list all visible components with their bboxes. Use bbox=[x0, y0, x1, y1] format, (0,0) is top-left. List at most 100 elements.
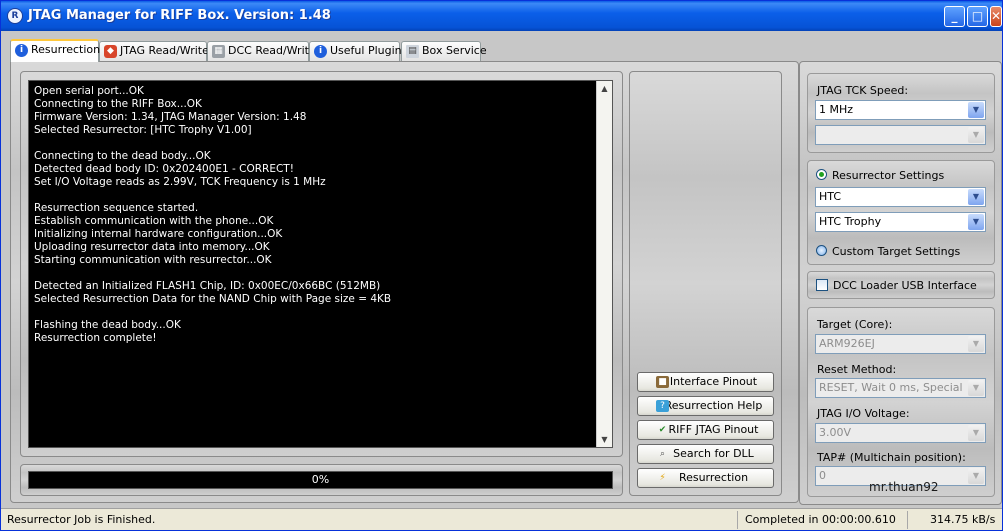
reset-method-label: Reset Method: bbox=[817, 363, 897, 376]
model-select[interactable]: HTC Trophy ▼ bbox=[815, 212, 986, 232]
tck-speed-label: JTAG TCK Speed: bbox=[817, 84, 909, 97]
tab-label: Resurrection bbox=[31, 43, 101, 56]
riff-jtag-pinout-button[interactable]: ✔ RIFF JTAG Pinout bbox=[637, 420, 774, 440]
log-line: Detected an Initialized FLASH1 Chip, ID:… bbox=[34, 280, 381, 292]
reset-method-value: RESET, Wait 0 ms, Special bbox=[819, 381, 963, 394]
lightning-icon: ⚡ bbox=[659, 473, 666, 483]
manufacturer-value: HTC bbox=[819, 190, 842, 203]
resurrection-help-button[interactable]: ? Resurrection Help bbox=[637, 396, 774, 416]
log-scrollbar[interactable]: ▲ ▼ bbox=[596, 81, 612, 447]
log-line: Resurrection complete! bbox=[34, 332, 157, 344]
tck-secondary-select: ▼ bbox=[815, 125, 986, 145]
maximize-button[interactable]: □ bbox=[967, 6, 988, 27]
progress-text: 0% bbox=[311, 473, 330, 486]
info-icon: i bbox=[15, 44, 28, 57]
button-label: Interface Pinout bbox=[669, 375, 758, 388]
resurrection-button[interactable]: ⚡ Resurrection bbox=[637, 468, 774, 488]
scroll-up-icon[interactable]: ▲ bbox=[597, 81, 612, 96]
io-voltage-value: 3.00V bbox=[819, 426, 852, 439]
tck-speed-select[interactable]: 1 MHz ▼ bbox=[815, 100, 986, 120]
chevron-down-icon[interactable]: ▼ bbox=[968, 214, 984, 230]
dcc-loader-label: DCC Loader USB Interface bbox=[833, 279, 977, 292]
document-icon: ▤ bbox=[406, 45, 419, 58]
chevron-down-icon: ▼ bbox=[968, 468, 984, 484]
io-voltage-select: 3.00V ▼ bbox=[815, 423, 986, 443]
tab-label: JTAG Read/Write bbox=[120, 44, 209, 57]
chevron-down-icon: ▼ bbox=[968, 425, 984, 441]
search-for-dll-button[interactable]: ⌕ Search for DLL bbox=[637, 444, 774, 464]
manufacturer-select[interactable]: HTC ▼ bbox=[815, 187, 986, 207]
chevron-down-icon[interactable]: ▼ bbox=[968, 102, 984, 118]
log-line: Firmware Version: 1.34, JTAG Manager Ver… bbox=[34, 111, 307, 123]
target-core-value: ARM926EJ bbox=[819, 337, 875, 350]
log-line: Uploading resurrector data into memory..… bbox=[34, 241, 270, 253]
tab-useful-plugins[interactable]: i Useful Plugins bbox=[309, 41, 407, 61]
dcc-loader-checkbox[interactable] bbox=[816, 279, 828, 291]
tab-label: Useful Plugins bbox=[330, 44, 408, 57]
log-line: Selected Resurrection Data for the NAND … bbox=[34, 293, 392, 305]
log-line: Open serial port...OK bbox=[34, 85, 144, 97]
status-divider bbox=[907, 511, 908, 529]
minimize-button[interactable]: _ bbox=[944, 6, 965, 27]
resurrector-settings-label: Resurrector Settings bbox=[832, 169, 945, 182]
log-console[interactable]: Open serial port...OK Connecting to the R… bbox=[28, 80, 613, 448]
close-button[interactable]: ✕ bbox=[990, 6, 1002, 27]
custom-target-radio[interactable] bbox=[816, 245, 827, 256]
box-icon: ■ bbox=[656, 376, 669, 388]
log-line: Establish communication with the phone..… bbox=[34, 215, 274, 227]
tab-box-service[interactable]: ▤ Box Service bbox=[401, 41, 487, 61]
button-label: Search for DLL bbox=[673, 447, 754, 460]
status-message: Resurrector Job is Finished. bbox=[7, 513, 156, 526]
reset-method-select: RESET, Wait 0 ms, Special ▼ bbox=[815, 378, 986, 398]
chevron-down-icon: ▼ bbox=[968, 336, 984, 352]
custom-target-label: Custom Target Settings bbox=[832, 245, 961, 258]
window-title: JTAG Manager for RIFF Box. Version: 1.48 bbox=[28, 8, 331, 23]
interface-pinout-button[interactable]: ■ Interface Pinout bbox=[637, 372, 774, 392]
dcc-icon: ▦ bbox=[212, 45, 225, 58]
tck-speed-value: 1 MHz bbox=[819, 103, 854, 116]
resurrector-settings-radio[interactable] bbox=[816, 169, 827, 180]
tap-position-label: TAP# (Multichain position): bbox=[817, 451, 966, 464]
help-icon: ? bbox=[656, 400, 669, 412]
chevron-down-icon: ▼ bbox=[968, 380, 984, 396]
status-completed-time: Completed in 00:00:00.610 bbox=[745, 513, 896, 526]
chevron-down-icon[interactable]: ▼ bbox=[968, 189, 984, 205]
tab-label: Box Service bbox=[422, 44, 487, 57]
tap-position-value: 0 bbox=[819, 469, 826, 482]
tab-label: DCC Read/Write bbox=[228, 44, 316, 57]
log-line: Set I/O Voltage reads as 2.99V, TCK Freq… bbox=[34, 176, 326, 188]
riff-app-icon: R bbox=[7, 8, 23, 24]
tab-dcc-read-write[interactable]: ▦ DCC Read/Write bbox=[207, 41, 316, 61]
button-label: Resurrection bbox=[678, 471, 749, 484]
search-icon: ⌕ bbox=[659, 449, 666, 459]
log-line: Flashing the dead body...OK bbox=[34, 319, 181, 331]
log-line: Initializing internal hardware configura… bbox=[34, 228, 283, 240]
title-bar[interactable]: R JTAG Manager for RIFF Box. Version: 1.… bbox=[1, 1, 1002, 31]
tab-resurrection[interactable]: i Resurrection bbox=[10, 39, 101, 62]
log-lines: Open serial port...OK Connecting to the R… bbox=[34, 85, 391, 345]
watermark-text: mr.thuan92 bbox=[869, 480, 939, 494]
status-transfer-speed: 314.75 kB/s bbox=[930, 513, 996, 526]
target-core-label: Target (Core): bbox=[817, 318, 893, 331]
button-label: Resurrection Help bbox=[664, 399, 763, 412]
status-divider bbox=[737, 511, 738, 529]
log-line: Detected dead body ID: 0x202400E1 - CORR… bbox=[34, 163, 294, 175]
log-line: Selected Resurrector: [HTC Trophy V1.00] bbox=[34, 124, 252, 136]
io-voltage-label: JTAG I/O Voltage: bbox=[817, 407, 910, 420]
target-core-select: ARM926EJ ▼ bbox=[815, 334, 986, 354]
button-label: RIFF JTAG Pinout bbox=[668, 423, 759, 436]
scroll-down-icon[interactable]: ▼ bbox=[597, 432, 612, 447]
log-line: Connecting to the RIFF Box...OK bbox=[34, 98, 202, 110]
chip-icon: ◆ bbox=[104, 45, 117, 58]
chevron-down-icon: ▼ bbox=[968, 127, 984, 143]
model-value: HTC Trophy bbox=[819, 215, 882, 228]
log-line: Starting communication with resurrector.… bbox=[34, 254, 272, 266]
progress-bar: 0% bbox=[28, 471, 613, 489]
info-icon: i bbox=[314, 45, 327, 58]
tab-jtag-read-write[interactable]: ◆ JTAG Read/Write bbox=[99, 41, 209, 61]
app-window: R JTAG Manager for RIFF Box. Version: 1.… bbox=[0, 0, 1003, 531]
